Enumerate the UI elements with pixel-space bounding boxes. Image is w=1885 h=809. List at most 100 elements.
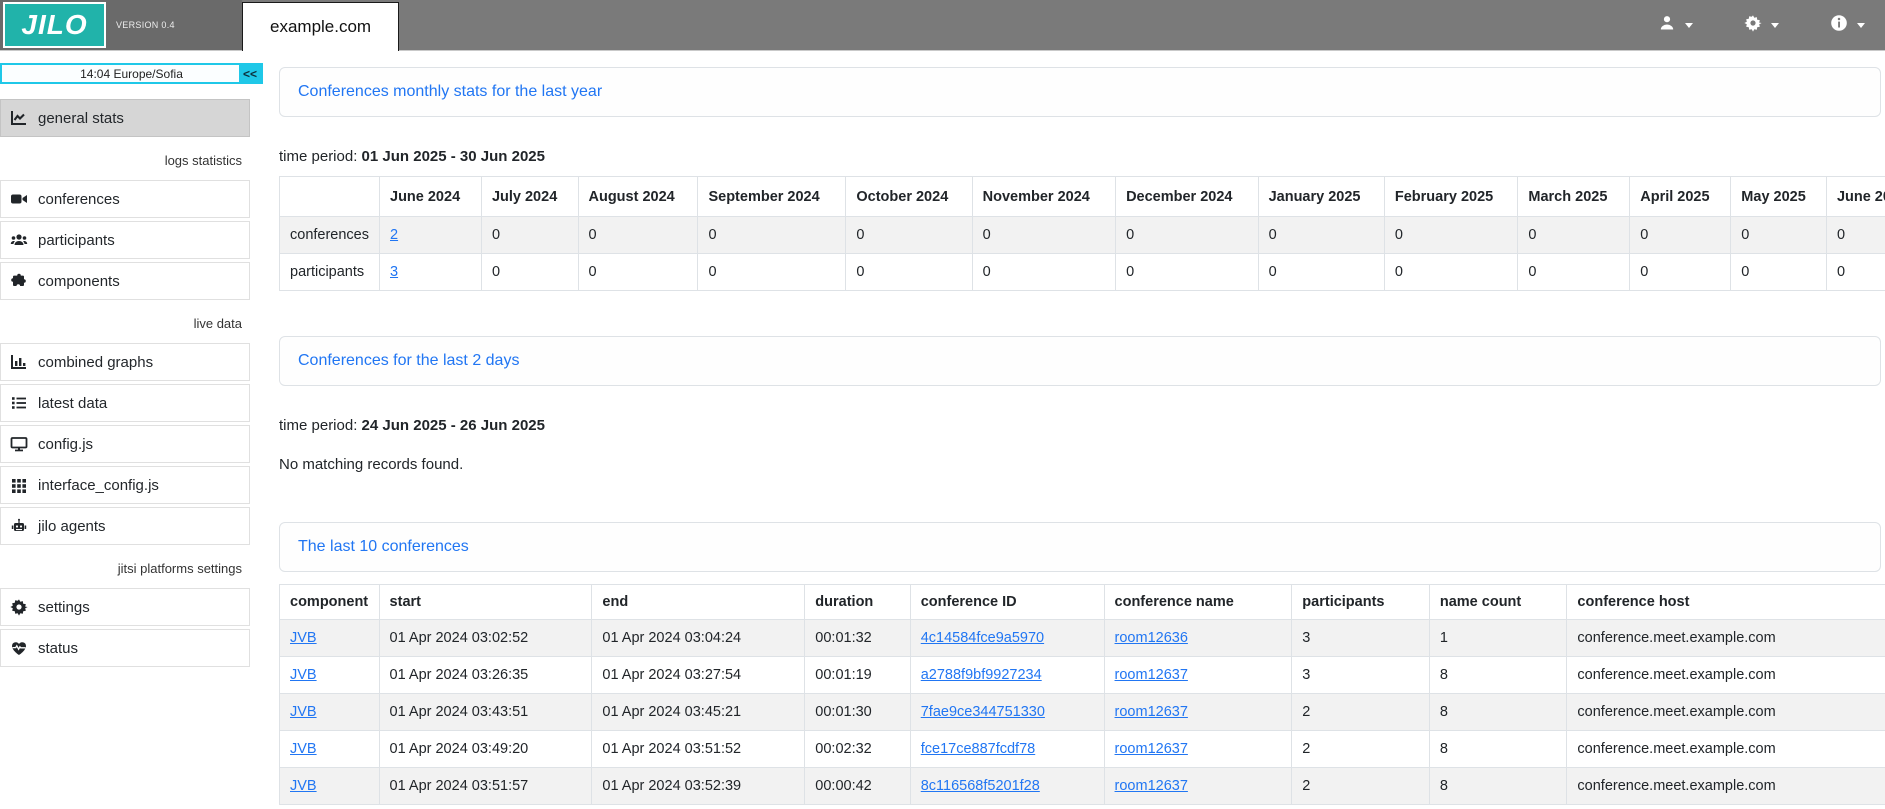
sidebar-item-settings[interactable]: settings (0, 588, 250, 626)
table-cell: room12637 (1104, 694, 1292, 731)
column-header: December 2024 (1116, 177, 1259, 217)
table-link[interactable]: room12637 (1115, 778, 1188, 794)
sidebar-item-conferences[interactable]: conferences (0, 180, 250, 218)
monitor-icon (10, 435, 28, 453)
monthly-stats-row: conferences2000000000000 (280, 217, 1885, 254)
table-cell: room12636 (1104, 620, 1292, 657)
table-cell: conference.meet.example.com (1567, 731, 1885, 768)
sidebar-item-components[interactable]: components (0, 262, 250, 300)
table-cell: 3 (380, 254, 482, 291)
table-cell: 0 (578, 217, 698, 254)
table-cell: 0 (1258, 217, 1384, 254)
table-cell: 01 Apr 2024 03:51:57 (379, 768, 592, 805)
grid-icon (10, 476, 28, 494)
users-icon (10, 231, 28, 249)
sidebar-item-combined-graphs[interactable]: combined graphs (0, 343, 250, 381)
table-link[interactable]: JVB (290, 741, 317, 757)
sidebar-item-status[interactable]: status (0, 629, 250, 667)
table-link[interactable]: room12636 (1115, 630, 1188, 646)
sidebar-item-interface-config-js[interactable]: interface_config.js (0, 466, 250, 504)
table-cell: fce17ce887fcdf78 (910, 731, 1104, 768)
table-cell: 0 (972, 217, 1115, 254)
table-cell: 00:00:42 (805, 768, 910, 805)
clock-text: 14:04 Europe/Sofia (80, 67, 183, 81)
table-link[interactable]: 4c14584fce9a5970 (921, 630, 1044, 646)
table-link[interactable]: JVB (290, 778, 317, 794)
table-cell: JVB (280, 620, 380, 657)
sidebar-item-participants[interactable]: participants (0, 221, 250, 259)
table-cell: 7fae9ce344751330 (910, 694, 1104, 731)
sidebar-item-config-js[interactable]: config.js (0, 425, 250, 463)
table-link[interactable]: room12637 (1115, 741, 1188, 757)
sidebar-item-general-stats[interactable]: general stats (0, 99, 250, 137)
sidebar-item-label: conferences (38, 191, 120, 208)
time-period-label: time period: (279, 148, 357, 165)
table-cell: 3 (1292, 620, 1430, 657)
table-cell: 2 (380, 217, 482, 254)
bar-chart-icon (10, 353, 28, 371)
table-cell: conference.meet.example.com (1567, 768, 1885, 805)
table-link[interactable]: 7fae9ce344751330 (921, 704, 1045, 720)
table-cell: 0 (1384, 254, 1518, 291)
table-link[interactable]: room12637 (1115, 704, 1188, 720)
table-cell: room12637 (1104, 657, 1292, 694)
column-header: start (379, 585, 592, 620)
sidebar: 14:04 Europe/Sofia << general statslogs … (0, 51, 250, 809)
sidebar-collapse-button[interactable]: << (239, 65, 261, 82)
chevron-down-icon (1771, 23, 1779, 28)
table-link[interactable]: 2 (390, 227, 398, 243)
info-menu-toggle[interactable] (1830, 14, 1865, 37)
column-header: June 2024 (380, 177, 482, 217)
platform-tab-label: example.com (270, 17, 371, 37)
monthly-stats-table: June 2024July 2024August 2024September 2… (279, 176, 1885, 291)
column-header: duration (805, 585, 910, 620)
table-link[interactable]: 3 (390, 264, 398, 280)
table-cell: 1 (1429, 620, 1567, 657)
platform-tab-example-com[interactable]: example.com (242, 2, 399, 51)
settings-menu-toggle[interactable] (1744, 14, 1779, 37)
monthly-stats-card-header: Conferences monthly stats for the last y… (279, 67, 1881, 117)
table-cell: 01 Apr 2024 03:04:24 (592, 620, 805, 657)
app-logo[interactable]: JILO (3, 2, 106, 48)
table-link[interactable]: JVB (290, 704, 317, 720)
last10-title-link[interactable]: The last 10 conferences (298, 538, 469, 556)
table-cell: 0 (698, 254, 846, 291)
table-cell: 8 (1429, 768, 1567, 805)
table-cell: 0 (1630, 217, 1731, 254)
column-header: participants (1292, 585, 1430, 620)
sidebar-item-label: participants (38, 232, 115, 249)
monthly-stats-title-link[interactable]: Conferences monthly stats for the last y… (298, 83, 602, 101)
table-cell: 0 (1731, 217, 1827, 254)
sidebar-item-label: config.js (38, 436, 93, 453)
table-link[interactable]: fce17ce887fcdf78 (921, 741, 1035, 757)
monthly-time-period: time period: 01 Jun 2025 - 30 Jun 2025 (279, 148, 1885, 165)
topbar: JILO VERSION 0.4 example.com (0, 0, 1885, 51)
sidebar-item-latest-data[interactable]: latest data (0, 384, 250, 422)
conference-row: JVB01 Apr 2024 03:02:5201 Apr 2024 03:04… (280, 620, 1885, 657)
table-link[interactable]: JVB (290, 667, 317, 683)
column-header: June 2025 (1826, 177, 1885, 217)
table-cell: 0 (1258, 254, 1384, 291)
table-cell: 2 (1292, 731, 1430, 768)
column-header: May 2025 (1731, 177, 1827, 217)
table-link[interactable]: a2788f9bf9927234 (921, 667, 1042, 683)
table-cell: 8 (1429, 731, 1567, 768)
list-icon (10, 394, 28, 412)
table-link[interactable]: 8c116568f5201f28 (921, 778, 1040, 794)
table-cell: 0 (1731, 254, 1827, 291)
last2days-title-link[interactable]: Conferences for the last 2 days (298, 352, 519, 370)
column-header: conference host (1567, 585, 1885, 620)
last2days-card-header: Conferences for the last 2 days (279, 336, 1881, 386)
sidebar-item-label: combined graphs (38, 354, 153, 371)
last10-card-header: The last 10 conferences (279, 522, 1881, 572)
sidebar-item-label: latest data (38, 395, 107, 412)
sidebar-item-jilo-agents[interactable]: jilo agents (0, 507, 250, 545)
time-period-value: 01 Jun 2025 - 30 Jun 2025 (362, 148, 545, 165)
table-link[interactable]: JVB (290, 630, 317, 646)
table-cell: 4c14584fce9a5970 (910, 620, 1104, 657)
user-menu-toggle[interactable] (1658, 14, 1693, 37)
table-cell: participants (280, 254, 380, 291)
table-cell: 3 (1292, 657, 1430, 694)
column-header: conference ID (910, 585, 1104, 620)
table-link[interactable]: room12637 (1115, 667, 1188, 683)
